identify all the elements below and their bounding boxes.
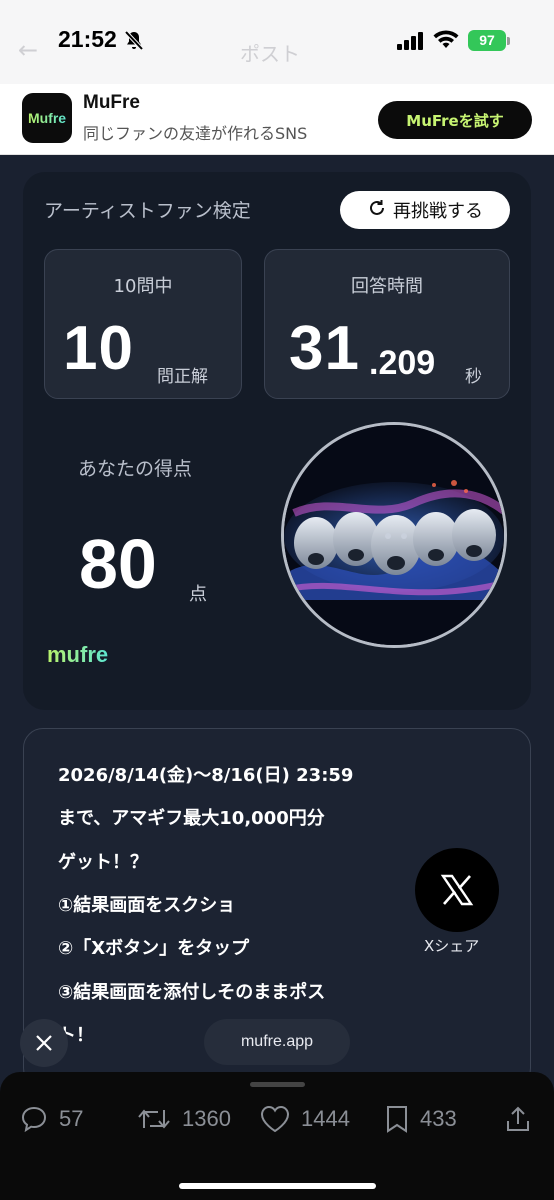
bookmark-button[interactable]: 433	[384, 1104, 457, 1134]
app-description: 同じファンの友達が作れるSNS	[83, 124, 308, 143]
x-share-label: Xシェア	[424, 937, 480, 955]
like-count: 1444	[301, 1106, 350, 1131]
mufre-logo: mufre	[47, 642, 109, 667]
artist-artwork	[281, 422, 507, 648]
bell-slash-icon	[124, 30, 144, 56]
score-value: 80	[79, 525, 157, 603]
time-decimal: .209	[369, 344, 436, 382]
reply-button[interactable]: 57	[19, 1104, 83, 1134]
campaign-line: ②「Xボタン」をタップ	[58, 938, 250, 959]
close-icon	[36, 1035, 52, 1051]
score-unit: 点	[189, 584, 207, 605]
waveform-icon	[47, 500, 239, 516]
quiz-result-card: アーティストファン検定 再挑戦する 10問中 10 問正解 回答時間 31 .2…	[23, 172, 531, 710]
post-action-bar: 57 1360 1444 433	[0, 1072, 554, 1200]
time-caption: 回答時間	[351, 276, 423, 297]
quiz-title: アーティストファン検定	[44, 200, 251, 222]
url-pill[interactable]: mufre.app	[204, 1019, 350, 1065]
repost-icon	[138, 1109, 170, 1129]
try-app-button[interactable]: MuFreを試す	[378, 101, 532, 139]
retry-label: 再挑戦する	[393, 201, 483, 222]
questions-caption: 10問中	[113, 276, 173, 297]
wifi-icon	[433, 30, 459, 54]
reply-count: 57	[59, 1106, 84, 1131]
repost-count: 1360	[182, 1106, 231, 1131]
retry-button[interactable]: 再挑戦する	[340, 191, 510, 229]
correct-answers-box: 10問中 10 問正解	[44, 249, 242, 399]
signal-icon	[397, 32, 425, 54]
campaign-line: ①結果画面をスクショ	[58, 895, 236, 916]
reply-icon	[21, 1106, 47, 1133]
campaign-line: 2026/8/14(金)〜8/16(日) 23:59	[58, 765, 354, 786]
app-banner[interactable]: Mufre MuFre 同じファンの友達が作れるSNS MuFreを試す	[0, 84, 554, 155]
like-button[interactable]: 1444	[259, 1104, 350, 1134]
home-indicator	[179, 1183, 376, 1189]
bookmark-count: 433	[420, 1106, 457, 1131]
campaign-line: まで、アマギフ最大10,000円分	[58, 808, 325, 829]
campaign-line: ③結果画面を添付しそのままポス	[58, 982, 326, 1003]
x-share-button[interactable]	[415, 848, 499, 932]
ghost-post-title: ポスト	[240, 42, 300, 66]
correct-unit: 問正解	[157, 367, 208, 387]
back-arrow-icon: ←	[18, 36, 39, 64]
refresh-icon	[367, 198, 387, 223]
x-logo-icon	[440, 874, 474, 906]
sheet-handle[interactable]	[250, 1082, 305, 1087]
score-caption: あなたの得点	[78, 458, 193, 480]
answer-time-box: 回答時間 31 .209 秒	[264, 249, 510, 399]
share-icon	[507, 1106, 529, 1131]
close-button[interactable]	[20, 1019, 68, 1067]
correct-count: 10	[63, 314, 134, 383]
campaign-line: ゲット！？	[58, 852, 148, 873]
status-bar: ← 21:52 ポスト 97	[0, 0, 554, 84]
app-logo: Mufre	[22, 93, 72, 143]
like-icon	[260, 1105, 290, 1133]
bookmark-icon	[387, 1106, 407, 1133]
status-time: 21:52	[58, 26, 117, 52]
battery-tip	[507, 37, 510, 45]
time-unit: 秒	[465, 367, 482, 387]
share-button[interactable]	[504, 1104, 532, 1134]
app-name: MuFre	[83, 92, 140, 113]
repost-button[interactable]: 1360	[136, 1104, 231, 1134]
time-whole: 31	[289, 314, 360, 383]
battery-icon: 97	[468, 30, 506, 51]
